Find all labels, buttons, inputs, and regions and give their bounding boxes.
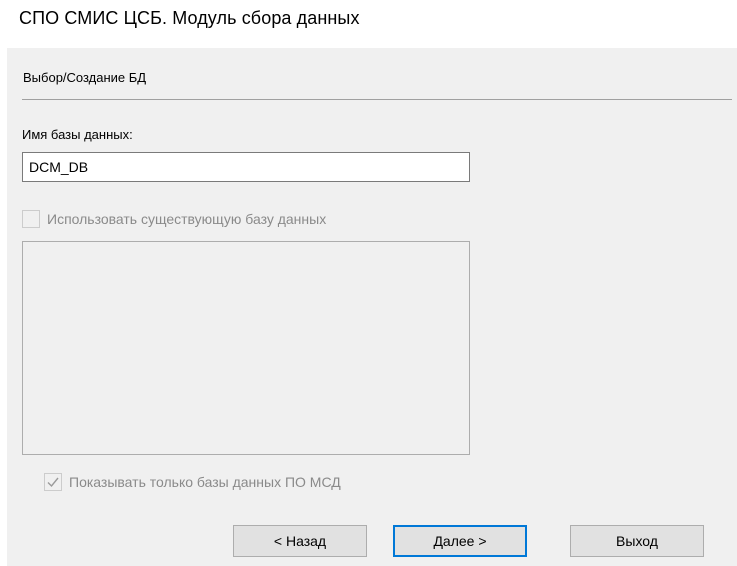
use-existing-db-label: Использовать существующую базу данных <box>47 211 327 227</box>
show-only-msd-option[interactable]: Показывать только базы данных ПО МСД <box>44 473 341 491</box>
use-existing-db-checkbox[interactable] <box>22 210 40 228</box>
db-name-input[interactable] <box>22 152 470 182</box>
check-icon <box>47 477 59 488</box>
next-button[interactable]: Далее > <box>393 525 527 557</box>
exit-button[interactable]: Выход <box>570 525 704 557</box>
back-button[interactable]: < Назад <box>233 525 367 557</box>
database-list[interactable] <box>22 241 470 455</box>
wizard-panel: Выбор/Создание БД Имя базы данных: Испол… <box>7 48 737 566</box>
section-title: Выбор/Создание БД <box>23 70 147 85</box>
db-name-label: Имя базы данных: <box>22 127 133 142</box>
divider <box>22 99 732 100</box>
show-only-msd-checkbox[interactable] <box>44 473 62 491</box>
show-only-msd-label: Показывать только базы данных ПО МСД <box>69 474 341 490</box>
window-title: СПО СМИС ЦСБ. Модуль сбора данных <box>19 8 360 28</box>
use-existing-db-option[interactable]: Использовать существующую базу данных <box>22 210 326 228</box>
